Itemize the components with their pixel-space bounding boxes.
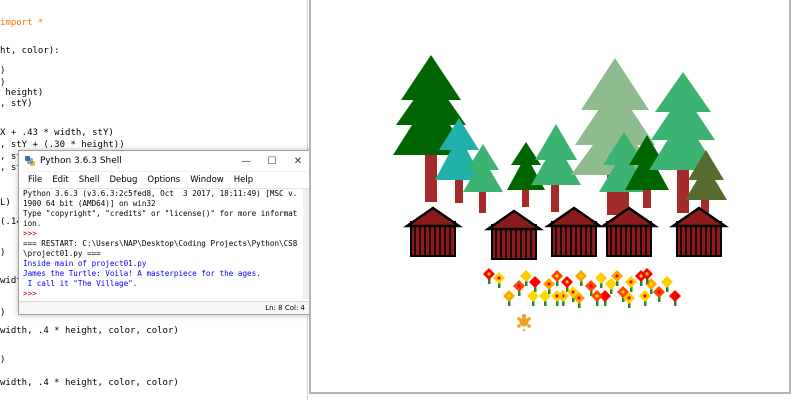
huts xyxy=(402,206,730,260)
turtle-canvas xyxy=(309,0,791,394)
shell-line: Inside main of project01.py xyxy=(23,259,147,268)
flower xyxy=(625,276,637,292)
code-line[interactable]: L) xyxy=(0,198,11,209)
python-icon xyxy=(25,156,35,166)
close-button[interactable]: ✕ xyxy=(285,151,311,171)
flower xyxy=(513,280,525,296)
flower xyxy=(527,290,539,306)
minimize-button[interactable]: — xyxy=(233,151,259,171)
code-line[interactable]: ) xyxy=(0,248,5,259)
shell-line: === RESTART: C:\Users\NAP\Desktop\Coding… xyxy=(23,239,298,258)
shell-output[interactable]: Python 3.6.3 (v3.6.3:2c5fed8, Oct 3 2017… xyxy=(23,189,299,299)
menu-file[interactable]: File xyxy=(23,175,47,185)
hut xyxy=(668,206,730,257)
shell-titlebar[interactable]: Python 3.6.3 Shell — ☐ ✕ xyxy=(19,151,311,172)
shell-line: Type "copyright", "credits" or "license(… xyxy=(23,209,298,228)
maximize-button[interactable]: ☐ xyxy=(259,151,285,171)
menu-options[interactable]: Options xyxy=(142,175,185,185)
flower xyxy=(661,276,673,292)
flower xyxy=(493,272,505,288)
shell-menubar: File Edit Shell Debug Options Window Help xyxy=(19,172,311,189)
turtle-icon xyxy=(517,314,531,331)
shell-line: Python 3.6.3 (v3.6.3:2c5fed8, Oct 3 2017… xyxy=(23,189,298,208)
menu-window[interactable]: Window xyxy=(185,175,229,185)
code-line[interactable]: ) xyxy=(0,66,5,77)
code-line[interactable]: width, .4 * height, color, color) xyxy=(0,326,179,337)
shell-statusbar: Ln: 8 Col: 4 xyxy=(19,301,311,314)
code-line[interactable]: ht, color): xyxy=(0,46,60,57)
flower-garden xyxy=(483,268,681,308)
shell-title: Python 3.6.3 Shell xyxy=(40,156,122,166)
flower xyxy=(605,278,617,294)
shell-line: James the Turtle: Voila! A masterpiece f… xyxy=(23,269,261,278)
flower xyxy=(483,268,495,284)
flower xyxy=(639,290,651,306)
hut xyxy=(543,206,605,257)
code-line[interactable]: X + .43 * width, stY) xyxy=(0,128,114,139)
tree-5 xyxy=(531,124,581,212)
shell-line: >>> xyxy=(23,289,42,298)
code-line[interactable]: import * xyxy=(0,18,43,29)
shell-line: >>> xyxy=(23,229,42,238)
hut xyxy=(483,209,545,260)
code-line[interactable]: height) xyxy=(0,88,43,99)
village-drawing xyxy=(393,55,730,331)
menu-edit[interactable]: Edit xyxy=(47,175,73,185)
code-line[interactable]: width, .4 * height, color, color) xyxy=(0,378,179,389)
flower xyxy=(595,272,607,288)
shell-line: I call it "The Village". xyxy=(23,279,138,288)
code-line[interactable]: , stY) xyxy=(0,99,33,110)
flower xyxy=(529,276,541,292)
code-line[interactable]: ) xyxy=(0,308,5,319)
python-shell-window[interactable]: Python 3.6.3 Shell — ☐ ✕ File Edit Shell De… xyxy=(18,150,312,315)
menu-help[interactable]: Help xyxy=(229,175,258,185)
hut xyxy=(402,206,464,257)
flower xyxy=(653,286,665,302)
code-line[interactable]: ) xyxy=(0,355,5,366)
menu-debug[interactable]: Debug xyxy=(104,175,142,185)
menu-shell[interactable]: Shell xyxy=(74,175,105,185)
flower xyxy=(575,270,587,286)
flower xyxy=(669,290,681,306)
hut xyxy=(598,206,660,257)
cursor-position: Ln: 8 Col: 4 xyxy=(265,304,305,312)
flower xyxy=(503,290,515,306)
